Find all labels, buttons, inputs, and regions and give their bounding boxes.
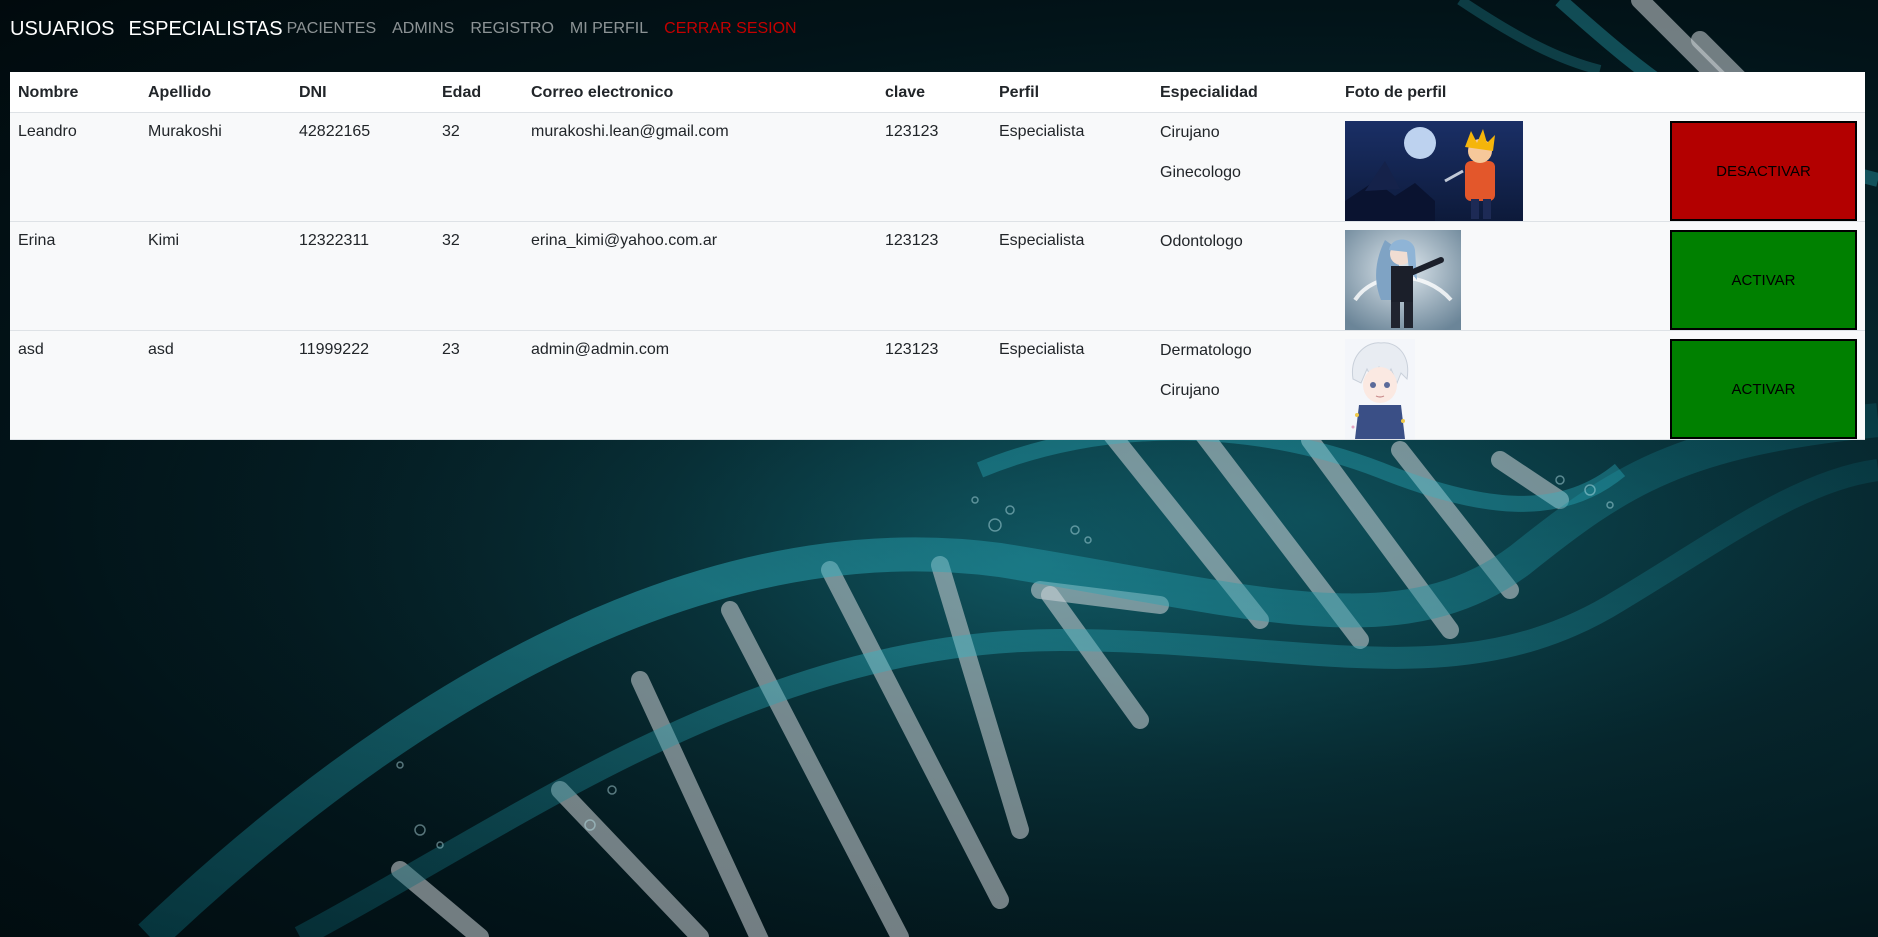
cell-foto: [1337, 330, 1657, 440]
header-edad: Edad: [434, 72, 523, 113]
cell-perfil: Especialista: [991, 221, 1152, 331]
specialty-item: Dermatologo: [1160, 342, 1252, 359]
specialty-list: Dermatologo Cirujano: [1160, 341, 1329, 401]
header-foto: Foto de perfil: [1337, 72, 1657, 113]
cell-clave: 123123: [877, 112, 991, 222]
nav-usuarios-brand[interactable]: USUARIOS: [10, 18, 114, 41]
specialty-list: Cirujano Ginecologo: [1160, 123, 1329, 183]
top-navbar: USUARIOS ESPECIALISTAS PACIENTES ADMINS …: [10, 14, 797, 44]
header-apellido: Apellido: [140, 72, 291, 113]
nav-mi-perfil-link[interactable]: MI PERFIL: [570, 20, 648, 38]
header-perfil: Perfil: [991, 72, 1152, 113]
cell-foto: [1337, 112, 1657, 222]
cell-apellido: asd: [140, 330, 291, 440]
profile-photo-image: [1345, 230, 1461, 330]
header-action: [1657, 72, 1865, 113]
cell-dni: 42822165: [291, 112, 434, 222]
header-dni: DNI: [291, 72, 434, 113]
cell-especialidad: Cirujano Ginecologo: [1152, 112, 1337, 222]
cell-edad: 23: [434, 330, 523, 440]
header-nombre: Nombre: [10, 72, 140, 113]
specialty-item: Cirujano: [1160, 382, 1220, 399]
profile-photo-image: [1345, 339, 1415, 439]
cell-action: DESACTIVAR: [1657, 112, 1865, 222]
cell-nombre: Leandro: [10, 112, 140, 222]
cell-especialidad: Odontologo: [1152, 221, 1337, 331]
specialty-item: Odontologo: [1160, 233, 1243, 250]
nav-admins-link[interactable]: ADMINS: [392, 20, 454, 38]
cell-correo: admin@admin.com: [523, 330, 877, 440]
specialty-item: Cirujano: [1160, 124, 1220, 141]
cell-edad: 32: [434, 112, 523, 222]
table-header-row: Nombre Apellido DNI Edad Correo electron…: [10, 72, 1865, 113]
table-row: Leandro Murakoshi 42822165 32 murakoshi.…: [10, 112, 1865, 222]
cell-dni: 12322311: [291, 221, 434, 331]
cell-nombre: asd: [10, 330, 140, 440]
specialty-item: Ginecologo: [1160, 164, 1241, 181]
cell-clave: 123123: [877, 221, 991, 331]
activate-button[interactable]: ACTIVAR: [1670, 230, 1857, 330]
cell-correo: erina_kimi@yahoo.com.ar: [523, 221, 877, 331]
profile-photo-image: [1345, 121, 1523, 221]
cell-especialidad: Dermatologo Cirujano: [1152, 330, 1337, 440]
cell-perfil: Especialista: [991, 112, 1152, 222]
header-especialidad: Especialidad: [1152, 72, 1337, 113]
nav-especialistas-link[interactable]: ESPECIALISTAS: [128, 18, 282, 41]
cell-dni: 11999222: [291, 330, 434, 440]
specialists-table-container: Nombre Apellido DNI Edad Correo electron…: [10, 72, 1865, 440]
cell-clave: 123123: [877, 330, 991, 440]
table-row: asd asd 11999222 23 admin@admin.com 1231…: [10, 330, 1865, 440]
header-correo: Correo electronico: [523, 72, 877, 113]
deactivate-button[interactable]: DESACTIVAR: [1670, 121, 1857, 221]
cell-nombre: Erina: [10, 221, 140, 331]
cell-perfil: Especialista: [991, 330, 1152, 440]
header-clave: clave: [877, 72, 991, 113]
nav-pacientes-link[interactable]: PACIENTES: [287, 20, 377, 38]
activate-button[interactable]: ACTIVAR: [1670, 339, 1857, 439]
cell-apellido: Kimi: [140, 221, 291, 331]
nav-cerrar-sesion-link[interactable]: CERRAR SESION: [664, 20, 796, 38]
cell-edad: 32: [434, 221, 523, 331]
cell-foto: [1337, 221, 1657, 331]
specialty-list: Odontologo: [1160, 232, 1329, 252]
table-row: Erina Kimi 12322311 32 erina_kimi@yahoo.…: [10, 221, 1865, 331]
cell-apellido: Murakoshi: [140, 112, 291, 222]
specialists-table: Nombre Apellido DNI Edad Correo electron…: [10, 72, 1865, 440]
nav-registro-link[interactable]: REGISTRO: [470, 20, 554, 38]
cell-action: ACTIVAR: [1657, 221, 1865, 331]
cell-action: ACTIVAR: [1657, 330, 1865, 440]
cell-correo: murakoshi.lean@gmail.com: [523, 112, 877, 222]
